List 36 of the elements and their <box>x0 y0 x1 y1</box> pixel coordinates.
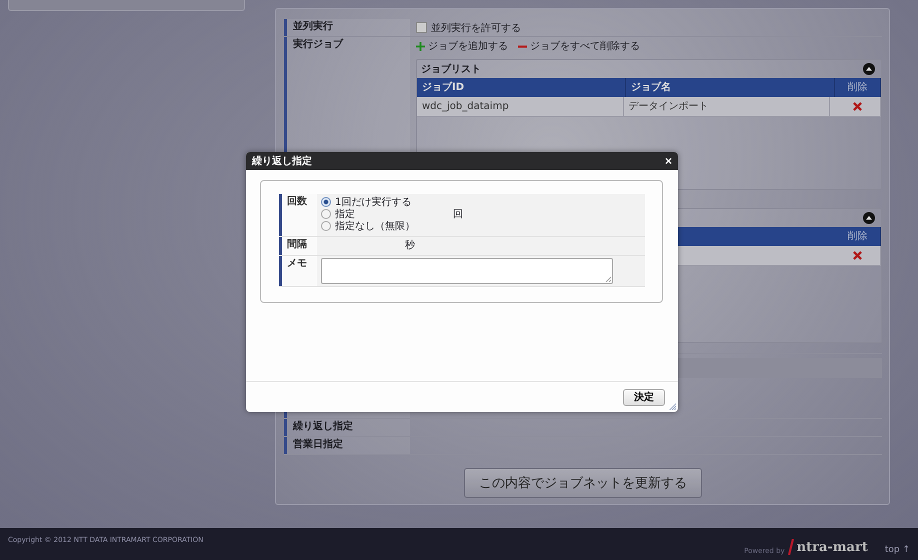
update-jobnet-button[interactable]: この内容でジョブネットを更新する <box>464 468 702 498</box>
memo-field[interactable] <box>321 258 613 284</box>
collapse-toggle-icon[interactable] <box>863 63 875 75</box>
field-label: 回数 <box>279 194 317 236</box>
unit-label: 秒 <box>404 239 416 253</box>
top-link[interactable]: top ↑ <box>884 545 910 555</box>
field-label: 並列実行 <box>284 19 410 36</box>
field-label: 間隔 <box>279 237 317 255</box>
unit-label: 回 <box>453 208 463 221</box>
radio-label: 1回だけ実行する <box>335 196 412 208</box>
field-label: 営業日指定 <box>284 437 410 454</box>
resize-grip-icon <box>668 402 676 410</box>
logo-slash-icon <box>788 539 794 555</box>
logo-text: ntra-mart <box>796 540 868 555</box>
table-cell: wdc_job_dataimp <box>417 97 624 116</box>
delete-icon[interactable] <box>853 251 862 260</box>
field-label: 繰り返し指定 <box>284 419 410 436</box>
dialog-title: 繰り返し指定 <box>252 154 312 168</box>
radio-button[interactable] <box>321 209 331 219</box>
checkbox[interactable] <box>416 22 427 33</box>
collapse-toggle-icon[interactable] <box>863 212 875 224</box>
radio-label: 指定 <box>335 208 355 220</box>
job-action-link[interactable]: ジョブをすべて削除する <box>518 39 640 53</box>
radio-button[interactable] <box>321 197 331 207</box>
job-action-link[interactable]: ジョブを追加する <box>416 39 508 53</box>
resize-grip-icon <box>605 276 611 282</box>
plus-icon <box>416 42 425 50</box>
ok-button[interactable]: 決定 <box>623 388 665 406</box>
list-title: ジョブリスト <box>421 62 481 76</box>
close-button[interactable]: × <box>664 155 672 167</box>
checkbox-label: 並列実行を許可する <box>431 22 521 34</box>
table-cell: データインポート <box>624 97 830 116</box>
radio-button[interactable] <box>321 221 331 231</box>
radio-label: 指定なし（無限） <box>335 220 415 233</box>
field-label: メモ <box>279 256 317 286</box>
delete-icon[interactable] <box>853 102 862 111</box>
